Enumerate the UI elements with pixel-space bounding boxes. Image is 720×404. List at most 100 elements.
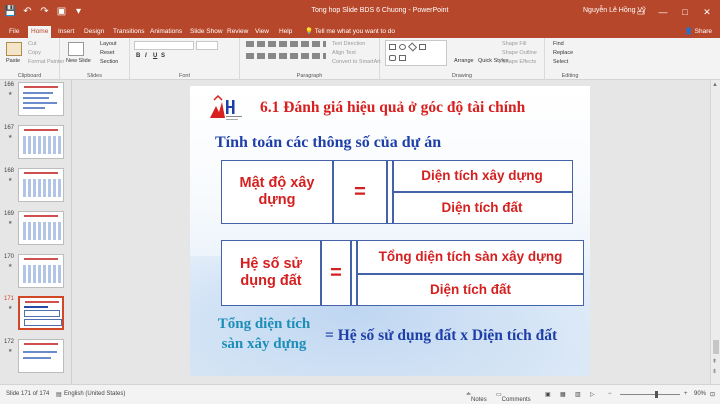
copy-button[interactable]: Copy [28, 50, 41, 56]
align-text-button[interactable]: Align Text [332, 50, 356, 56]
tab-view[interactable]: View [252, 26, 272, 38]
slide-thumbnail[interactable] [18, 211, 64, 245]
slide-thumbnail[interactable] [18, 339, 64, 373]
bold-button[interactable]: B [136, 53, 140, 59]
scrollbar-thumb[interactable] [713, 340, 719, 354]
alignment-buttons[interactable] [246, 53, 326, 59]
tab-help[interactable]: Help [276, 26, 295, 38]
text-direction-button[interactable]: Text Direction [332, 41, 365, 47]
tab-transitions[interactable]: Transitions [110, 26, 148, 38]
notes-button[interactable]: ≐ Notes [466, 391, 487, 403]
underline-button[interactable]: U [153, 53, 157, 59]
new-slide-icon[interactable] [68, 42, 84, 56]
language-indicator[interactable]: English (United States) [64, 391, 125, 397]
list-indent-buttons[interactable] [246, 41, 326, 47]
paste-button[interactable]: Paste [6, 58, 20, 64]
tab-file[interactable]: File [6, 26, 22, 38]
thumbnail-row[interactable]: 170 ★ [0, 254, 72, 300]
formula-land-use-table[interactable]: Hệ số sử dụng đất = Tổng diện tích sàn x… [221, 240, 584, 306]
thumbnail-row[interactable]: 169 ★ [0, 211, 72, 257]
select-button[interactable]: Select [553, 59, 568, 65]
tab-review[interactable]: Review [224, 26, 251, 38]
arrow-shape-icon[interactable] [399, 55, 406, 61]
redo-icon[interactable]: ↷ [38, 5, 51, 18]
current-slide[interactable]: 6.1 Đánh giá hiệu quả ở góc độ tài chính… [190, 86, 590, 376]
total-floor-area-formula[interactable]: = Hệ số sử dụng đất x Diện tích đất [325, 327, 557, 345]
customize-qat-icon[interactable]: ▾ [72, 5, 85, 18]
arrange-button[interactable]: Arrange [454, 58, 474, 64]
paste-icon[interactable] [6, 42, 22, 56]
next-slide-icon[interactable]: ⇟ [712, 368, 717, 375]
maximize-button[interactable]: □ [674, 3, 696, 21]
convert-smartart-button[interactable]: Convert to SmartArt [332, 59, 381, 65]
zoom-slider-knob[interactable] [655, 391, 658, 398]
new-slide-button[interactable]: New Slide [66, 58, 91, 64]
font-size-box[interactable] [196, 41, 218, 50]
tab-insert[interactable]: Insert [55, 26, 77, 38]
oval-shape-icon[interactable] [399, 44, 406, 50]
reading-view-icon[interactable]: ▥ [575, 391, 581, 398]
cut-button[interactable]: Cut [28, 41, 37, 47]
thumbnail-row[interactable]: 166 ★ [0, 82, 72, 128]
layout-button[interactable]: Layout [100, 41, 117, 47]
slide-number: 169 [4, 211, 15, 217]
animation-star-icon: ★ [8, 348, 13, 354]
total-floor-area-label[interactable]: Tổng diện tích sàn xây dựng [208, 315, 320, 354]
spellcheck-icon[interactable]: ▤ [56, 391, 62, 398]
section-button[interactable]: Section [100, 59, 118, 65]
title-bar: 💾 ↶ ↷ ▣ ▾ Tong hop Slide BDS 6 Chuong - … [0, 0, 720, 25]
slideshow-start-icon[interactable]: ▣ [55, 5, 68, 18]
shape-effects-button[interactable]: Shape Effects [502, 59, 536, 65]
minimize-button[interactable]: — [652, 3, 674, 21]
italic-button[interactable]: I [145, 53, 147, 59]
rounded-rect-shape-icon[interactable] [389, 55, 396, 61]
tab-design[interactable]: Design [81, 26, 107, 38]
tab-slide-show[interactable]: Slide Show [187, 26, 226, 38]
strikethrough-button[interactable]: S [161, 53, 165, 59]
slide-title[interactable]: 6.1 Đánh giá hiệu quả ở góc độ tài chính [260, 99, 525, 117]
scroll-up-icon[interactable]: ▲ [712, 82, 718, 88]
vertical-scrollbar[interactable]: ▲ ⇞ ⇟ [710, 80, 720, 384]
slide-sorter-icon[interactable]: ▦ [560, 391, 566, 398]
slideshow-view-icon[interactable]: ▷ [590, 391, 595, 398]
slide-thumbnail[interactable] [18, 82, 64, 116]
shape-outline-button[interactable]: Shape Outline [502, 50, 537, 56]
reset-button[interactable]: Reset [100, 50, 114, 56]
thumbnail-row[interactable]: 172 ★ [0, 339, 72, 385]
ribbon-display-options-icon[interactable]: ▭ [630, 3, 652, 21]
previous-slide-icon[interactable]: ⇞ [712, 358, 717, 365]
shapes-gallery[interactable] [385, 40, 447, 66]
slide-subtitle[interactable]: Tính toán các thông số của dự án [215, 134, 441, 152]
find-button[interactable]: Find [553, 41, 564, 47]
normal-view-icon[interactable]: ▣ [545, 391, 551, 398]
rectangle-shape-icon[interactable] [389, 44, 396, 50]
tab-home[interactable]: Home [28, 26, 52, 38]
zoom-level[interactable]: 90% [694, 391, 706, 397]
thumbnail-row-selected[interactable]: 171 ★ [0, 296, 72, 342]
close-button[interactable]: ✕ [696, 3, 718, 21]
slide-thumbnail-selected[interactable] [18, 296, 64, 330]
save-icon[interactable]: 💾 [4, 5, 17, 18]
replace-button[interactable]: Replace [553, 50, 573, 56]
fit-to-window-icon[interactable]: ⊡ [710, 391, 715, 398]
slide-thumbnail-panel[interactable]: 166 ★ 167 ★ 168 ★ 169 ★ 170 ★ 171 ★ 172 … [0, 80, 72, 384]
slide-thumbnail[interactable] [18, 254, 64, 288]
thumbnail-row[interactable]: 167 ★ [0, 125, 72, 171]
format-painter-button[interactable]: Format Painter [28, 59, 64, 65]
font-name-box[interactable] [134, 41, 194, 50]
comments-button[interactable]: ▭ Comments [496, 391, 531, 403]
diamond-shape-icon[interactable] [407, 42, 418, 52]
tab-animations[interactable]: Animations [147, 26, 185, 38]
share-button[interactable]: 👤 Share [685, 26, 712, 38]
slide-thumbnail[interactable] [18, 168, 64, 202]
zoom-in-icon[interactable]: + [684, 391, 688, 397]
thumbnail-row[interactable]: 168 ★ [0, 168, 72, 214]
undo-icon[interactable]: ↶ [21, 5, 34, 18]
zoom-out-icon[interactable]: − [608, 391, 612, 397]
slide-thumbnail[interactable] [18, 125, 64, 159]
textbox-shape-icon[interactable] [419, 44, 426, 50]
zoom-slider[interactable] [620, 394, 680, 395]
formula-density-table[interactable]: Mật độ xây dựng = Diện tích xây dựng Diệ… [221, 160, 573, 224]
shape-fill-button[interactable]: Shape Fill [502, 41, 526, 47]
tell-me-search[interactable]: 💡 Tell me what you want to do [302, 26, 398, 38]
